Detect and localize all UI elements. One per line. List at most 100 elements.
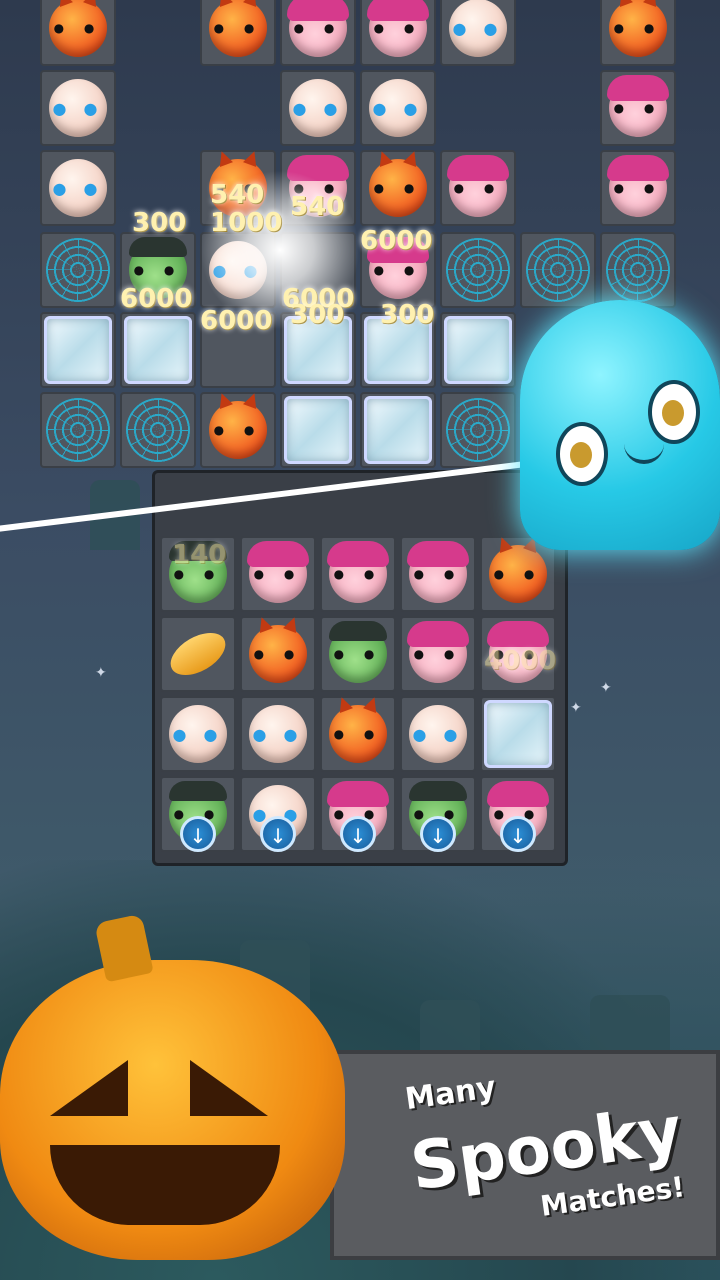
ice-block-icon — [124, 316, 192, 384]
candy-icon — [163, 624, 233, 684]
spider-web-icon — [526, 238, 590, 302]
board-tile[interactable]: ● ● — [160, 696, 236, 772]
jack-o-lantern — [0, 913, 345, 1260]
board-tile[interactable] — [600, 232, 676, 308]
arrow-down-icon: ↓ — [260, 816, 296, 852]
board-tile[interactable]: ● ● ↓ — [240, 776, 316, 852]
board-tile[interactable]: ● ● — [600, 70, 676, 146]
arrow-down-icon: ↓ — [180, 816, 216, 852]
board-tile[interactable]: ● ● — [600, 0, 676, 66]
spider-web-icon — [126, 398, 190, 462]
score-popup: 6000 — [200, 306, 273, 336]
vampire-face-icon: ● ● — [447, 155, 509, 217]
vampire-face-icon: ● ● — [407, 541, 469, 603]
board-tile[interactable]: ● ● — [320, 616, 396, 692]
skull-face-icon: ● ● — [449, 0, 507, 57]
board-tile[interactable] — [440, 232, 516, 308]
devil-face-icon: ● ● — [609, 0, 667, 57]
score-popup: 540 — [210, 180, 265, 210]
face-eyes: ● ● — [292, 99, 344, 118]
pumpkin-mouth — [50, 1145, 280, 1225]
board-tile[interactable]: ● ● — [40, 0, 116, 66]
face-eyes: ● ● — [413, 647, 463, 661]
spider-web-icon — [46, 238, 110, 302]
ice-block-icon — [284, 396, 352, 464]
board-tile[interactable] — [280, 392, 356, 468]
board-tile[interactable]: ● ● — [280, 70, 356, 146]
board-tile[interactable]: ● ● — [360, 0, 436, 66]
board-tile[interactable]: ● ● — [200, 0, 276, 66]
board-tile[interactable] — [480, 696, 556, 772]
face-eyes: ● ● — [52, 99, 104, 118]
board-tile[interactable]: ● ● — [360, 70, 436, 146]
score-popup: 6000 — [360, 226, 433, 256]
board-tile[interactable] — [440, 312, 516, 388]
face-eyes: ● ● — [293, 21, 343, 35]
ice-block-icon — [44, 316, 112, 384]
vampire-face-icon: ● ● — [407, 621, 469, 683]
board-tile[interactable]: ● ● — [280, 0, 356, 66]
spider-web-icon — [46, 398, 110, 462]
board-tile[interactable] — [160, 616, 236, 692]
skull-face-icon: ● ● — [169, 705, 227, 763]
board-tile[interactable]: ● ● — [360, 150, 436, 226]
score-popup: 1000 — [210, 208, 283, 238]
board-tile[interactable] — [40, 392, 116, 468]
board-tile[interactable]: ● ● — [480, 536, 556, 612]
face-eyes: ● ● — [213, 21, 263, 35]
board-tile[interactable]: ● ● — [40, 70, 116, 146]
vampire-face-icon: ● ● — [607, 155, 669, 217]
face-eyes: ● ● — [213, 423, 263, 437]
pumpkin-eye — [50, 1060, 128, 1116]
board-tile[interactable]: ● ● — [400, 696, 476, 772]
board-tile[interactable]: ● ● — [320, 696, 396, 772]
ghost-mascot — [520, 300, 720, 550]
board-tile[interactable]: ● ● — [240, 696, 316, 772]
board-tile[interactable] — [120, 392, 196, 468]
board-tile[interactable]: ● ● — [400, 536, 476, 612]
board-tile[interactable] — [360, 392, 436, 468]
devil-face-icon: ● ● — [249, 625, 307, 683]
board-tile[interactable]: ● ● ↓ — [480, 776, 556, 852]
face-eyes: ● ● — [333, 567, 383, 581]
board-tile[interactable]: ● ● ↓ — [320, 776, 396, 852]
board-tile[interactable]: ● ● — [400, 616, 476, 692]
devil-face-icon: ● ● — [489, 545, 547, 603]
face-eyes: ● ● — [452, 19, 504, 38]
board-tile[interactable]: ● ● — [40, 150, 116, 226]
face-eyes: ● ● — [373, 21, 423, 35]
face-eyes: ● ● — [412, 725, 464, 744]
face-eyes: ● ● — [613, 181, 663, 195]
spider-web-icon — [446, 398, 510, 462]
board-tile[interactable]: ● ● ↓ — [400, 776, 476, 852]
face-eyes: ● ● — [333, 727, 383, 741]
board-tile[interactable]: ● ● — [240, 536, 316, 612]
board-tile[interactable] — [520, 232, 596, 308]
score-popup: 140 — [172, 540, 227, 570]
board-tile[interactable]: ● ● ↓ — [160, 776, 236, 852]
board-tile[interactable]: ● ● — [600, 150, 676, 226]
board-tile[interactable]: ● ● — [320, 536, 396, 612]
board-tile[interactable]: ● ● — [440, 150, 516, 226]
board-tile[interactable] — [440, 392, 516, 468]
skull-face-icon: ● ● — [289, 79, 347, 137]
face-eyes: ● ● — [613, 21, 663, 35]
zombie-face-icon: ● ● — [329, 621, 387, 683]
devil-face-icon: ● ● — [209, 401, 267, 459]
face-eyes: ● ● — [252, 725, 304, 744]
board-tile[interactable] — [40, 312, 116, 388]
skull-face-icon: ● ● — [49, 79, 107, 137]
board-tile[interactable]: ● ● — [440, 0, 516, 66]
vampire-face-icon: ● ● — [287, 0, 349, 57]
board-tile[interactable]: ● ● — [240, 616, 316, 692]
devil-face-icon: ● ● — [49, 0, 107, 57]
board-tile[interactable] — [40, 232, 116, 308]
score-popup: 540 — [290, 192, 345, 222]
score-popup: 300 — [132, 208, 187, 238]
vampire-face-icon: ● ● — [367, 0, 429, 57]
board-tile[interactable] — [120, 312, 196, 388]
face-eyes: ● ● — [253, 647, 303, 661]
face-eyes: ● ● — [613, 101, 663, 115]
board-tile[interactable]: ● ● — [200, 392, 276, 468]
vampire-face-icon: ● ● — [247, 541, 309, 603]
